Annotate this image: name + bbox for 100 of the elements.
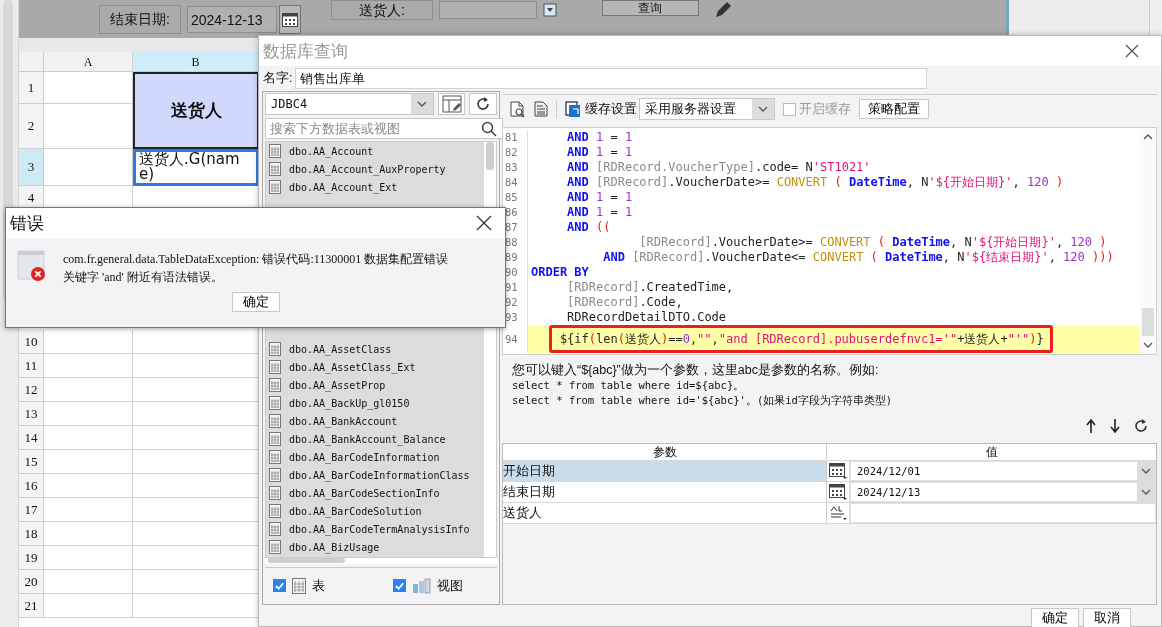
table-icon — [269, 468, 281, 483]
refresh-icon[interactable] — [1133, 418, 1149, 434]
close-icon[interactable] — [1125, 44, 1139, 58]
list-item[interactable]: dbo.AA_BarCodeSectionInfo — [289, 487, 440, 499]
list-item[interactable]: dbo.AA_BarCodeSolution — [289, 505, 422, 517]
value-field[interactable]: 2024/12/13 — [850, 482, 1156, 502]
line-number: 85 — [503, 190, 528, 205]
document-search-icon[interactable] — [510, 100, 526, 118]
row-header[interactable]: 16 — [19, 474, 44, 498]
code-line: AND [RDRecord.VoucherType].code= N'ST1021' — [566, 160, 872, 175]
list-item[interactable]: dbo.AA_BackUp_gl0150 — [289, 397, 410, 409]
query-button[interactable]: 查询 — [601, 0, 699, 16]
hint-text: select * from table where id='${abc}'。(如果id字段为字符串类型) — [512, 393, 894, 408]
row-header[interactable]: 13 — [19, 402, 44, 426]
list-item[interactable]: dbo.AA_Account — [289, 145, 374, 157]
ok-button[interactable]: 确定 — [231, 292, 280, 312]
sql-editor[interactable] — [502, 127, 1157, 355]
hint-text: 您可以键入“${abc}”做为一个参数，这里abc是参数的名称。例如: — [512, 363, 880, 378]
scrollbar[interactable] — [1140, 128, 1156, 354]
row-header[interactable]: 20 — [19, 570, 44, 594]
table-icon — [269, 162, 281, 177]
document-stack-icon[interactable] — [565, 100, 581, 118]
cancel-button[interactable]: 取消 — [1083, 608, 1131, 627]
table-cell[interactable]: 开始日期 — [503, 461, 827, 481]
document-icon[interactable] — [534, 101, 548, 117]
scrollbar-thumb[interactable] — [486, 142, 494, 171]
row-header[interactable]: 17 — [19, 498, 44, 522]
row-header[interactable]: 2 — [19, 104, 44, 149]
code-line: AND 1 = 1 — [566, 145, 634, 160]
type-button[interactable] — [827, 461, 850, 481]
chevron-up-icon[interactable] — [1143, 134, 1153, 140]
line-number: 81 — [503, 130, 528, 145]
table-cell[interactable]: 结束日期 — [503, 482, 827, 502]
row-header[interactable]: 4 — [19, 186, 44, 210]
table-icon — [269, 540, 281, 555]
dropdown-icon[interactable] — [542, 3, 557, 17]
row-header[interactable]: 18 — [19, 522, 44, 546]
ok-button[interactable]: 确定 — [1031, 608, 1079, 627]
table-cell: 送货人 — [133, 72, 259, 149]
column-header[interactable]: A — [44, 52, 133, 72]
checkbox[interactable] — [783, 102, 796, 116]
chevron-down-icon[interactable] — [1143, 342, 1153, 348]
icon-button[interactable] — [437, 93, 466, 116]
strategy-button[interactable]: 策略配置 — [859, 99, 929, 119]
list-item[interactable]: dbo.AA_BizUsage — [289, 541, 380, 553]
chevron-down-icon — [1141, 489, 1151, 495]
column-header: 值 — [984, 444, 999, 460]
column-header[interactable]: B — [133, 52, 259, 72]
list-item[interactable]: dbo.AA_BankAccount_Balance — [289, 433, 446, 445]
row-header[interactable]: 12 — [19, 378, 44, 402]
cache-mode-dropdown[interactable]: 采用服务器设置 — [639, 98, 775, 120]
row-header[interactable]: 14 — [19, 426, 44, 450]
scrollbar-thumb[interactable] — [1142, 308, 1154, 336]
toolbar-label: 缓存设置 — [585, 100, 637, 118]
icon-button[interactable] — [469, 93, 497, 116]
scrollbar[interactable] — [265, 557, 497, 564]
row-header[interactable]: 3 — [19, 149, 44, 186]
line-number: 82 — [503, 145, 528, 160]
value-field[interactable]: 2024/12/01 — [850, 461, 1156, 481]
row-header[interactable]: 15 — [19, 450, 44, 474]
checkbox[interactable] — [273, 579, 286, 593]
list-item[interactable]: dbo.AA_AssetClass_Ext — [289, 361, 416, 373]
table-cell[interactable]: 送货人.G(name) — [133, 149, 259, 186]
list-item[interactable]: dbo.AA_AssetClass — [289, 343, 392, 355]
grid-columns-icon — [412, 577, 431, 594]
arrow-down-icon[interactable] — [1109, 418, 1121, 434]
code-line: AND (( — [566, 220, 612, 235]
row-header[interactable]: 21 — [19, 594, 44, 618]
type-button[interactable] — [827, 482, 850, 502]
checkbox[interactable] — [393, 579, 406, 593]
error-icon — [17, 250, 47, 282]
input-field[interactable] — [438, 1, 537, 19]
table-cell[interactable]: 送货人 — [503, 503, 827, 523]
search-field[interactable]: 搜索下方数据表或视图 — [265, 118, 503, 140]
code-line: AND 1 = 1 — [566, 130, 634, 145]
row-header[interactable]: 11 — [19, 354, 44, 378]
value-field[interactable] — [850, 503, 1156, 523]
name-field[interactable]: 销售出库单 — [294, 67, 927, 89]
connection-dropdown[interactable]: JDBC4 — [265, 93, 434, 116]
row-header[interactable]: 19 — [19, 546, 44, 570]
chevron-down-icon — [416, 101, 427, 108]
row-header[interactable]: 1 — [19, 72, 44, 104]
list-item[interactable]: dbo.AA_AssetProp — [289, 379, 386, 391]
list-item[interactable]: dbo.AA_BarCodeInformationClass — [289, 469, 470, 481]
list-item[interactable]: dbo.AA_Account_AuxProperty — [289, 163, 446, 175]
list-item[interactable]: dbo.AA_BarCodeTermAnalysisInfo — [289, 523, 470, 535]
table-icon — [269, 486, 281, 501]
window-title: 数据库查询 — [263, 40, 348, 63]
list-item[interactable]: dbo.AA_Account_Ext — [289, 181, 398, 193]
row-header[interactable]: 10 — [19, 330, 44, 354]
text-type-icon — [828, 505, 848, 521]
input-field[interactable]: 2024-12-13 — [186, 6, 277, 33]
list-item[interactable]: dbo.AA_BankAccount — [289, 415, 398, 427]
line-number: 84 — [503, 175, 528, 190]
arrow-up-icon[interactable] — [1085, 418, 1097, 434]
close-icon[interactable] — [476, 215, 492, 231]
list-item[interactable]: dbo.AA_BarCodeInformation — [289, 451, 440, 463]
scrollbar-thumb[interactable] — [268, 557, 345, 563]
code-line: AND [RDRecord].VoucherDate>= CONVERT ( DateTime, N'${开始日期}', 120 ) — [566, 175, 1065, 190]
calendar-button[interactable] — [278, 5, 301, 34]
